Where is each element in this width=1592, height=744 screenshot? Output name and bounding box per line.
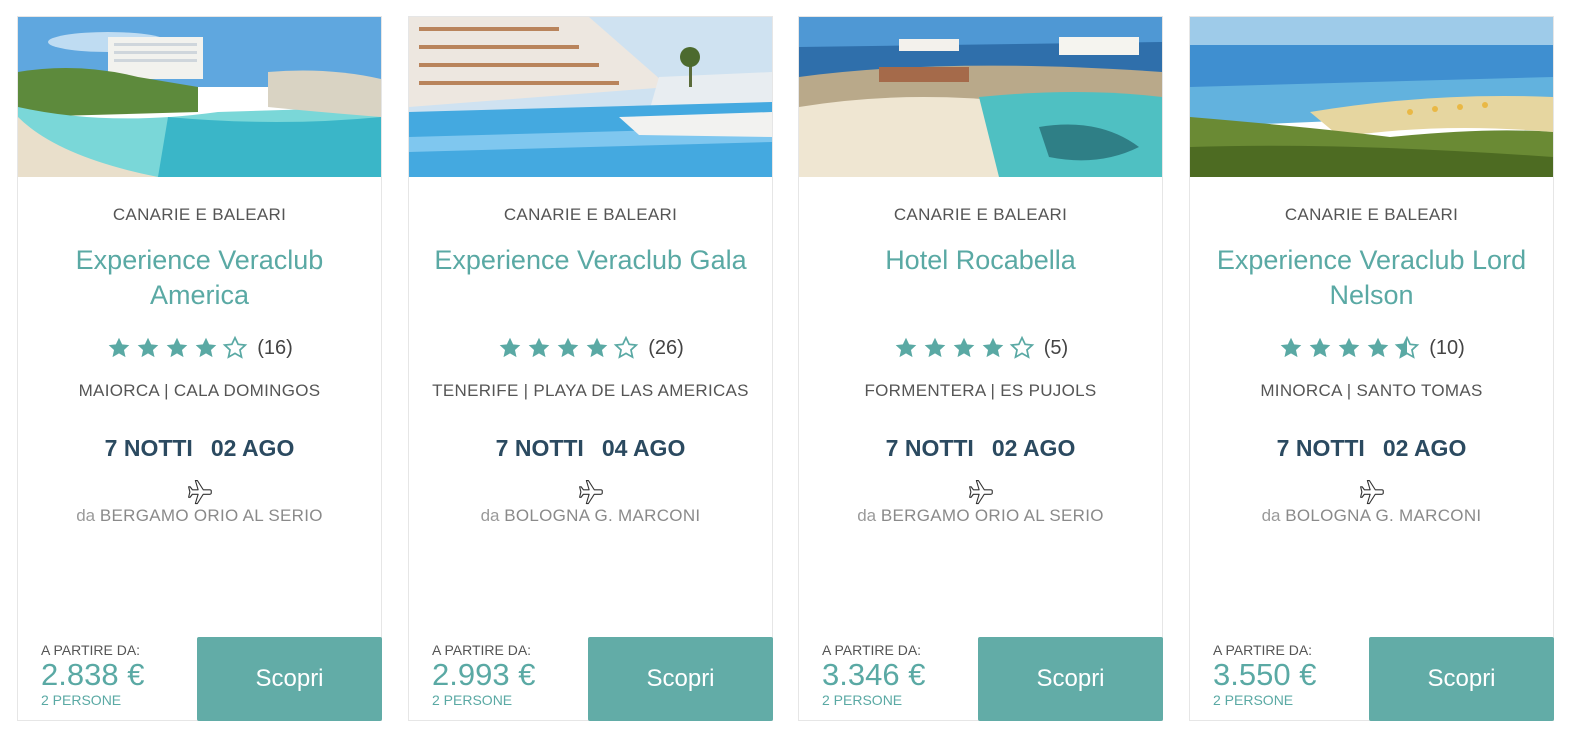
nights: 7 NOTTI bbox=[104, 435, 193, 461]
star-full-icon bbox=[1309, 337, 1331, 358]
departure-airport: da BERGAMO ORIO AL SERIO bbox=[18, 506, 381, 526]
region-label: CANARIE E BALEARI bbox=[503, 205, 678, 224]
airport-name: BERGAMO ORIO AL SERIO bbox=[880, 506, 1104, 525]
review-count: (16) bbox=[257, 336, 293, 359]
offer-card: CANARIE E BALEARI Experience Veraclub Ga… bbox=[408, 16, 773, 721]
region-label: CANARIE E BALEARI bbox=[893, 205, 1068, 224]
price-label: A PARTIRE DA: bbox=[822, 642, 922, 658]
hotel-photo[interactable] bbox=[18, 17, 381, 177]
discover-button[interactable]: Scopri bbox=[588, 637, 773, 721]
price-box: A PARTIRE DA: 2.993 € 2 PERSONE bbox=[432, 642, 582, 708]
hotel-name[interactable]: Experience Veraclub America bbox=[32, 243, 367, 313]
price: 2.838 € bbox=[41, 657, 145, 692]
star-full-icon bbox=[1280, 337, 1302, 358]
discover-button[interactable]: Scopri bbox=[197, 637, 382, 721]
star-empty-icon bbox=[1009, 335, 1035, 359]
price-box: A PARTIRE DA: 3.346 € 2 PERSONE bbox=[822, 642, 972, 708]
from-prefix: da bbox=[1261, 506, 1281, 525]
review-count: (10) bbox=[1429, 336, 1465, 359]
star-full-icon bbox=[1338, 337, 1360, 358]
from-prefix: da bbox=[857, 506, 877, 525]
region-label: CANARIE E BALEARI bbox=[1284, 205, 1459, 224]
departure-airport: da BERGAMO ORIO AL SERIO bbox=[799, 506, 1162, 526]
persons: 2 PERSONE bbox=[1213, 692, 1294, 708]
star-full-icon bbox=[924, 337, 946, 358]
departure-date: 02 AGO bbox=[1382, 435, 1467, 461]
airport-name: BOLOGNA G. MARCONI bbox=[504, 506, 701, 525]
rating: (10) bbox=[1190, 335, 1553, 361]
star-half-icon bbox=[1394, 335, 1420, 359]
persons: 2 PERSONE bbox=[822, 692, 903, 708]
trip-dates: 7 NOTTI 02 AGO bbox=[1190, 435, 1553, 462]
from-prefix: da bbox=[76, 506, 96, 525]
offer-card-list: CANARIE E BALEARI Experience Veraclub Am… bbox=[17, 16, 1577, 721]
price: 2.993 € bbox=[432, 657, 536, 692]
hotel-photo[interactable] bbox=[1190, 17, 1553, 177]
star-full-icon bbox=[895, 337, 917, 358]
star-full-icon bbox=[108, 337, 130, 358]
offer-card: CANARIE E BALEARI Experience Veraclub Lo… bbox=[1189, 16, 1554, 721]
rating: (16) bbox=[18, 335, 381, 361]
nights: 7 NOTTI bbox=[885, 435, 974, 461]
location: TENERIFE | PLAYA DE LAS AMERICAS bbox=[432, 381, 749, 400]
location: FORMENTERA | ES PUJOLS bbox=[864, 381, 1097, 400]
price: 3.550 € bbox=[1213, 657, 1317, 692]
discover-button[interactable]: Scopri bbox=[1369, 637, 1554, 721]
star-full-icon bbox=[137, 337, 159, 358]
star-empty-icon bbox=[613, 335, 639, 359]
departure-date: 04 AGO bbox=[601, 435, 686, 461]
airport-name: BERGAMO ORIO AL SERIO bbox=[99, 506, 323, 525]
departure-date: 02 AGO bbox=[210, 435, 295, 461]
from-prefix: da bbox=[480, 506, 500, 525]
departure-date: 02 AGO bbox=[991, 435, 1076, 461]
plane-icon bbox=[579, 479, 603, 505]
region-label: CANARIE E BALEARI bbox=[112, 205, 287, 224]
nights: 7 NOTTI bbox=[495, 435, 584, 461]
price-label: A PARTIRE DA: bbox=[41, 642, 141, 658]
airport-name: BOLOGNA G. MARCONI bbox=[1285, 506, 1482, 525]
persons: 2 PERSONE bbox=[41, 692, 122, 708]
location: MINORCA | SANTO TOMAS bbox=[1260, 381, 1483, 400]
review-count: (5) bbox=[1043, 336, 1069, 359]
price-box: A PARTIRE DA: 3.550 € 2 PERSONE bbox=[1213, 642, 1363, 708]
trip-dates: 7 NOTTI 04 AGO bbox=[409, 435, 772, 462]
star-full-icon bbox=[953, 337, 975, 358]
price-box: A PARTIRE DA: 2.838 € 2 PERSONE bbox=[41, 642, 191, 708]
star-full-icon bbox=[195, 337, 217, 358]
persons: 2 PERSONE bbox=[432, 692, 513, 708]
trip-dates: 7 NOTTI 02 AGO bbox=[799, 435, 1162, 462]
location: MAIORCA | CALA DOMINGOS bbox=[78, 381, 321, 400]
hotel-name[interactable]: Hotel Rocabella bbox=[813, 243, 1148, 278]
price-label: A PARTIRE DA: bbox=[432, 642, 532, 658]
hotel-name[interactable]: Experience Veraclub Gala bbox=[423, 243, 758, 278]
price: 3.346 € bbox=[822, 657, 926, 692]
star-empty-icon bbox=[222, 335, 248, 359]
star-full-icon bbox=[586, 337, 608, 358]
price-label: A PARTIRE DA: bbox=[1213, 642, 1313, 658]
offer-card: CANARIE E BALEARI Hotel Rocabella (5) FO… bbox=[798, 16, 1163, 721]
star-full-icon bbox=[528, 337, 550, 358]
trip-dates: 7 NOTTI 02 AGO bbox=[18, 435, 381, 462]
hotel-photo[interactable] bbox=[799, 17, 1162, 177]
hotel-name[interactable]: Experience Veraclub Lord Nelson bbox=[1204, 243, 1539, 313]
star-full-icon bbox=[557, 337, 579, 358]
plane-icon bbox=[969, 479, 993, 505]
review-count: (26) bbox=[648, 336, 684, 359]
star-full-icon bbox=[499, 337, 521, 358]
nights: 7 NOTTI bbox=[1276, 435, 1365, 461]
departure-airport: da BOLOGNA G. MARCONI bbox=[409, 506, 772, 526]
rating: (26) bbox=[409, 335, 772, 361]
star-full-icon bbox=[982, 337, 1004, 358]
plane-icon bbox=[188, 479, 212, 505]
star-full-icon bbox=[1367, 337, 1389, 358]
offer-card: CANARIE E BALEARI Experience Veraclub Am… bbox=[17, 16, 382, 721]
rating: (5) bbox=[799, 335, 1162, 361]
star-full-icon bbox=[166, 337, 188, 358]
departure-airport: da BOLOGNA G. MARCONI bbox=[1190, 506, 1553, 526]
discover-button[interactable]: Scopri bbox=[978, 637, 1163, 721]
hotel-photo[interactable] bbox=[409, 17, 772, 177]
plane-icon bbox=[1360, 479, 1384, 505]
